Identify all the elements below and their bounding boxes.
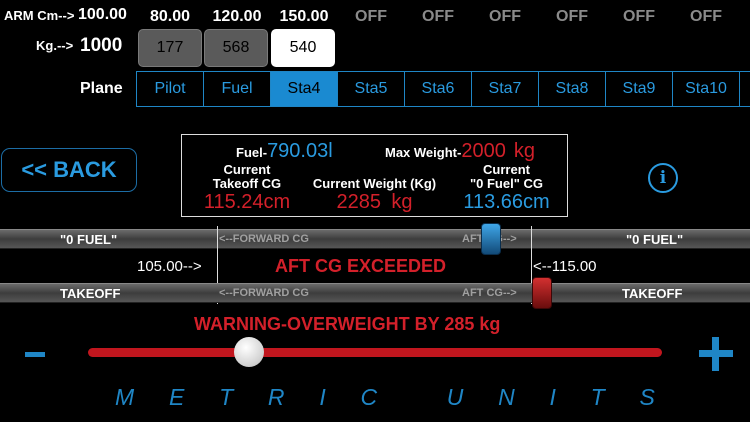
takeoff-cg-label-1: Current (223, 162, 271, 177)
arm-column-3: 150.00 (279, 8, 329, 25)
arm-column-6: OFF (489, 8, 521, 25)
tab-sta4[interactable]: Sta4 (271, 72, 338, 106)
zero-fuel-cg-block: Current "0 Fuel" CG 113.66cm (449, 163, 564, 214)
plus-icon-vertical (712, 337, 719, 371)
arm-column-2: 120.00 (212, 8, 262, 25)
takeoff-cg-marker[interactable] (532, 277, 552, 309)
weight-balance-panel: Fuel- 790.03l Max Weight- 2000 kg Curren… (181, 134, 568, 217)
kg-box-2[interactable]: 568 (204, 29, 268, 67)
takeoff-cg-value: 115.24cm (203, 191, 291, 213)
footer-letter: R (267, 384, 285, 410)
station-tabs: Pilot Fuel Sta4 Sta5 Sta6 Sta7 Sta8 Sta9… (136, 71, 750, 107)
tab-sta5[interactable]: Sta5 (338, 72, 405, 106)
zero-fuel-cg-value: 113.66cm (463, 191, 550, 213)
kg-label: Kg.--> (36, 38, 74, 53)
weight-slider-track[interactable] (88, 348, 662, 357)
footer-letter: T (219, 384, 234, 410)
zero-fuel-forward-label: <--FORWARD CG (219, 233, 309, 245)
arm-column-9: OFF (690, 8, 722, 25)
arm-value: 100.00 (78, 6, 127, 23)
takeoff-bar-left-label: TAKEOFF (60, 286, 121, 301)
arm-column-1: 80.00 (149, 8, 191, 25)
footer-letter: S (639, 384, 655, 410)
arm-column-5: OFF (422, 8, 454, 25)
footer-letter: I (549, 384, 556, 410)
arm-column-7: OFF (556, 8, 588, 25)
fuel-readout: Fuel- 790.03l (236, 140, 333, 163)
plus-icon[interactable] (697, 335, 735, 373)
footer-letter: I (319, 384, 326, 410)
overweight-warning: WARNING-OVERWEIGHT BY 285 kg (194, 314, 501, 334)
tab-fuel[interactable]: Fuel (204, 72, 271, 106)
aft-limit-value: <--115.00 (533, 258, 597, 275)
takeoff-forward-label: <--FORWARD CG (219, 287, 309, 299)
current-weight-label: Current Weight (Kg) (312, 176, 437, 191)
zero-fuel-cg-label-2: "0 Fuel" CG (469, 176, 543, 191)
footer-letter: E (168, 384, 185, 410)
minus-icon[interactable] (25, 352, 45, 357)
metric-units-footer: M E T R I C U N I T S (115, 384, 655, 411)
kg-box-3[interactable]: 540 (271, 29, 335, 67)
tab-sta7[interactable]: Sta7 (472, 72, 539, 106)
max-weight-label: Max Weight- (385, 145, 462, 160)
footer-letter: N (498, 384, 515, 410)
footer-letter: M (115, 384, 135, 410)
max-weight-value: 2000 (461, 140, 506, 162)
max-weight-readout: Max Weight- 2000 kg (385, 140, 535, 163)
arm-column-4: OFF (355, 8, 387, 25)
zero-fuel-cg-label-1: Current (483, 162, 530, 177)
footer-letter: C (360, 384, 378, 410)
zero-fuel-bar-left-label: "0 FUEL" (60, 232, 118, 247)
aft-cg-exceeded-alert: AFT CG EXCEEDED (275, 256, 447, 276)
info-icon[interactable]: i (648, 163, 678, 193)
takeoff-aft-label: AFT CG--> (462, 287, 517, 299)
tab-sta8[interactable]: Sta8 (539, 72, 606, 106)
current-weight-unit: kg (391, 191, 413, 213)
fuel-value: 790.03l (267, 140, 333, 162)
tab-sta6[interactable]: Sta6 (405, 72, 472, 106)
footer-letter: U (446, 384, 464, 410)
weight-slider-knob[interactable] (234, 337, 264, 367)
kg-value: 1000 (80, 35, 123, 56)
zero-fuel-bar-right-label: "0 FUEL" (626, 232, 684, 247)
tab-sta10[interactable]: Sta10 (673, 72, 740, 106)
kg-box-1[interactable]: 177 (138, 29, 202, 67)
current-weight-value: 2285 (336, 191, 381, 213)
fuel-label: Fuel- (236, 145, 268, 160)
back-button[interactable]: << BACK (1, 148, 137, 192)
takeoff-cg-block: Current Takeoff CG 115.24cm (192, 163, 302, 214)
takeoff-cg-label-2: Takeoff CG (212, 176, 282, 191)
max-weight-unit: kg (513, 140, 535, 162)
footer-letter: T (590, 384, 605, 410)
plane-label: Plane (80, 80, 123, 97)
takeoff-bar-right-label: TAKEOFF (622, 286, 683, 301)
zero-fuel-cg-marker[interactable] (481, 223, 501, 255)
arm-label: ARM Cm--> (4, 8, 75, 23)
arm-column-8: OFF (623, 8, 655, 25)
tab-sta9[interactable]: Sta9 (606, 72, 673, 106)
current-weight-block: Current Weight (Kg) 2285 kg (302, 177, 447, 214)
forward-limit-value: 105.00--> (137, 258, 202, 275)
tab-pilot[interactable]: Pilot (137, 72, 204, 106)
